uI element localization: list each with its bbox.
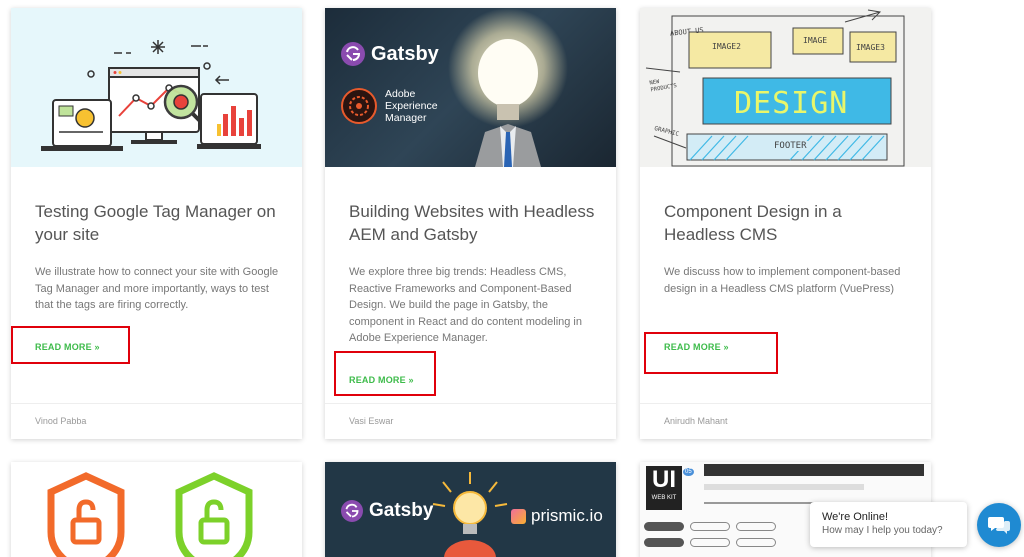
post-author: Anirudh Mahant: [664, 416, 728, 426]
post-thumbnail[interactable]: [11, 8, 302, 167]
ui-kit-button-row-6: [736, 538, 776, 547]
post-excerpt: We illustrate how to connect your site w…: [35, 266, 279, 311]
post-card-security[interactable]: [11, 462, 302, 557]
gatsby-logo: Gatsby: [341, 42, 439, 66]
post-author: Vinod Pabba: [35, 416, 87, 426]
read-more-link[interactable]: READ MORE »: [349, 375, 414, 385]
highlight-box: [644, 332, 778, 374]
ui-kit-button-row-3: [736, 522, 776, 531]
post-card-gtm: Testing Google Tag Manager on your site …: [11, 8, 302, 439]
prismic-wordmark: prismic.io: [531, 506, 603, 525]
post-title[interactable]: Building Websites with Headless AEM and …: [349, 200, 599, 246]
analytics-illustration-icon: [41, 40, 261, 151]
prismic-logo: prismic.io: [511, 506, 603, 526]
wireframe-design-label: DESIGN: [734, 86, 849, 121]
post-author: Vasi Eswar: [349, 416, 394, 426]
gatsby-logo: Gatsby: [341, 500, 433, 522]
post-card-gatsby-prismic[interactable]: Gatsby prismic.io: [325, 462, 616, 557]
chat-subtitle: How may I help you today?: [822, 525, 943, 536]
adobe-experience-manager-icon: [341, 88, 377, 124]
ui-kit-breadcrumb-bar: [704, 484, 864, 490]
aem-line-1: Adobe: [385, 88, 416, 100]
ui-kit-number-badge: 05: [683, 468, 694, 476]
ui-kit-small-label: WEB KIT: [651, 495, 677, 501]
ui-kit-nav-bar: [704, 464, 924, 476]
chat-icon: [988, 517, 1010, 534]
wireframe-image-label: IMAGE: [803, 36, 828, 45]
post-excerpt: We discuss how to implement component-ba…: [664, 266, 901, 295]
post-thumbnail[interactable]: Gatsby Adobe Experience Manager: [325, 8, 616, 167]
gatsby-wordmark: Gatsby: [369, 500, 434, 521]
highlight-box: [334, 351, 436, 396]
ui-kit-button-row-2: [690, 522, 730, 531]
card-divider: [325, 403, 616, 404]
gatsby-icon: [341, 42, 365, 66]
wireframe-image2-label: IMAGE2: [712, 42, 741, 51]
card-divider: [11, 403, 302, 404]
aem-line-3: Manager: [385, 112, 427, 124]
aem-line-2: Experience: [385, 100, 438, 112]
post-excerpt: We explore three big trends: Headless CM…: [349, 266, 582, 344]
ui-kit-big-label: UI: [652, 466, 676, 493]
chat-greeting-bubble[interactable]: We're Online! How may I help you today?: [810, 502, 967, 547]
wireframe-image3-label: IMAGE3: [856, 43, 885, 52]
read-more-link[interactable]: READ MORE »: [35, 342, 100, 352]
gatsby-icon: [341, 500, 363, 522]
ui-kit-button-row-1: [644, 522, 684, 531]
card-divider: [640, 403, 931, 404]
post-card-aem-gatsby: Gatsby Adobe Experience Manager Building…: [325, 8, 616, 439]
wireframe-footer-label: FOOTER: [771, 141, 810, 151]
padlock-shields-icon: [47, 472, 253, 557]
post-thumbnail[interactable]: ABOUT US IMAGE2 IMAGE IMAGE3 DESIGN NEW …: [640, 8, 931, 167]
ui-kit-badge: UI WEB KIT: [646, 466, 682, 510]
post-card-component-design: ABOUT US IMAGE2 IMAGE IMAGE3 DESIGN NEW …: [640, 8, 931, 439]
ui-kit-button-row-4: [644, 538, 684, 547]
post-title[interactable]: Testing Google Tag Manager on your site: [35, 200, 285, 246]
aem-logo: Adobe Experience Manager: [341, 88, 438, 124]
chat-title: We're Online!: [822, 511, 889, 523]
post-title[interactable]: Component Design in a Headless CMS: [664, 200, 914, 246]
gatsby-wordmark: Gatsby: [371, 42, 439, 65]
chat-launcher-button[interactable]: [977, 503, 1021, 547]
ui-kit-button-row-5: [690, 538, 730, 547]
prismic-icon: [511, 508, 526, 524]
read-more-link[interactable]: READ MORE »: [664, 342, 729, 352]
